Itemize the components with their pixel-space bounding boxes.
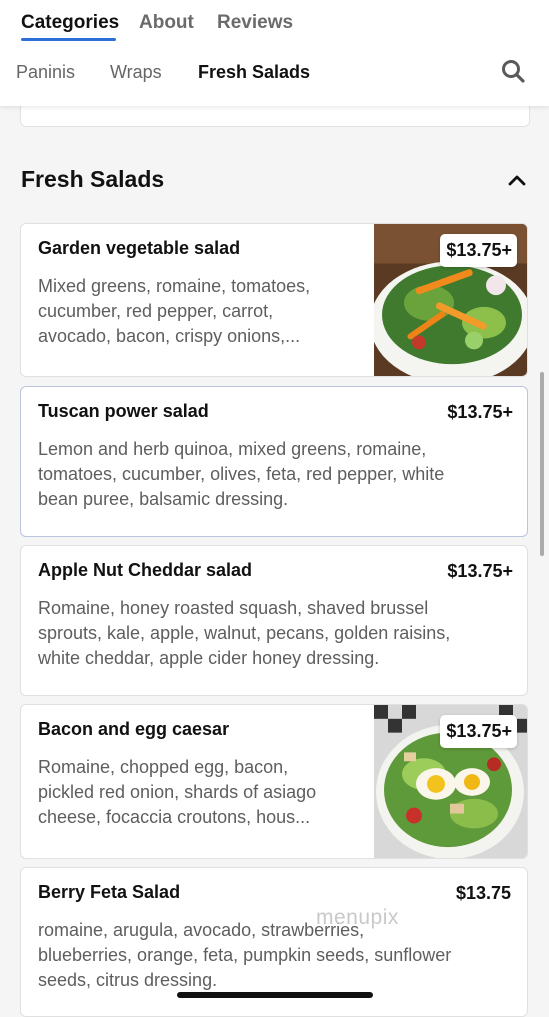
- item-price: $13.75+: [447, 402, 513, 422]
- item-price: $13.75: [455, 883, 511, 903]
- item-description: Lemon and herb quinoa, mixed greens, rom…: [38, 439, 445, 509]
- menu-item-card[interactable]: Bacon and egg caesar Romaine, chopped eg…: [20, 704, 528, 859]
- menu-item-card[interactable]: Garden vegetable salad Mixed greens, rom…: [20, 223, 528, 377]
- section-title: Fresh Salads: [21, 166, 165, 192]
- chevron-up-icon[interactable]: [506, 170, 528, 190]
- item-name: Apple Nut Cheddar salad: [38, 560, 253, 580]
- item-description: Romaine, honey roasted squash, shaved br…: [38, 598, 451, 668]
- scrollbar[interactable]: [540, 372, 544, 556]
- item-price: $13.75+: [440, 715, 517, 748]
- menu-header: Categories About Reviews Paninis Wraps F…: [0, 0, 549, 106]
- tab-about[interactable]: About: [139, 12, 194, 34]
- category-tab-wraps[interactable]: Wraps: [110, 62, 162, 83]
- menu-item-card[interactable]: Tuscan power salad $13.75+ Lemon and her…: [20, 386, 528, 537]
- watermark: menupix: [316, 906, 399, 929]
- menu-item-card[interactable]: Apple Nut Cheddar salad $13.75+ Romaine,…: [20, 545, 528, 696]
- search-icon[interactable]: [500, 58, 526, 84]
- tab-reviews[interactable]: Reviews: [217, 12, 293, 34]
- item-name: Bacon and egg caesar: [38, 719, 230, 739]
- item-price: $13.75+: [447, 561, 513, 581]
- item-description: Mixed greens, romaine, tomatoes, cucumbe…: [38, 276, 311, 346]
- item-price: $13.75+: [440, 234, 517, 267]
- active-tab-indicator: [21, 38, 116, 41]
- item-name: Tuscan power salad: [38, 401, 209, 421]
- category-tab-fresh-salads[interactable]: Fresh Salads: [198, 62, 310, 83]
- item-description: Romaine, chopped egg, bacon, pickled red…: [38, 757, 317, 827]
- tab-categories[interactable]: Categories: [21, 12, 119, 34]
- item-name: Garden vegetable salad: [38, 238, 241, 258]
- item-name: Berry Feta Salad: [38, 882, 181, 902]
- home-indicator[interactable]: [177, 992, 373, 998]
- category-tab-paninis[interactable]: Paninis: [16, 62, 75, 83]
